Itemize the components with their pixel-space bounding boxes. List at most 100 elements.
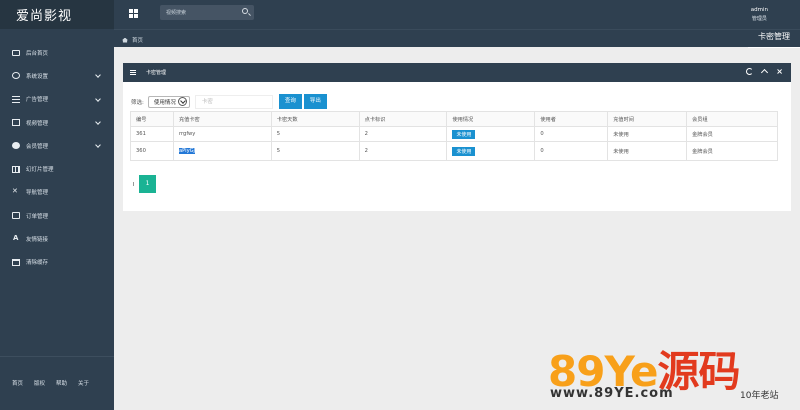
sidebar-item-nav[interactable]: 导航管理	[0, 181, 114, 204]
card-panel: 卡密管理 × 筛选: 使用情况 卡密 查询 导出 编号 充值卡密 卡密天数 点卡…	[123, 63, 791, 211]
collapse-icon[interactable]	[761, 68, 769, 77]
cell-id: 360	[130, 141, 174, 161]
list-icon	[12, 95, 20, 103]
sidebar-item-label: 会员管理	[26, 143, 49, 150]
panel-tools: ×	[746, 68, 783, 77]
tab-card-management[interactable]: 卡密管理	[748, 31, 800, 48]
breadcrumb[interactable]: 首页	[122, 36, 143, 44]
cell-days: 5	[270, 126, 360, 142]
table-row: 360 aPiyGJ 5 2 未使用 0 未使用 金牌会员	[130, 141, 778, 161]
footer-link-copyright[interactable]: 版权	[34, 379, 45, 410]
watermark-url: www.89YE.com	[550, 386, 674, 401]
sidebar-item-slides[interactable]: 幻灯片管理	[0, 157, 114, 180]
cell-card: rrgfwy	[172, 126, 272, 142]
cell-user: 0	[534, 126, 609, 142]
close-icon[interactable]: ×	[776, 68, 783, 76]
column-header: 会员组	[686, 111, 778, 127]
brand-logo[interactable]: 爱尚影视	[0, 0, 114, 29]
chevron-down-icon	[95, 95, 101, 102]
card-table: 编号 充值卡密 卡密天数 点卡标识 使用情况 使用者 充值时间 会员组 361 …	[130, 111, 778, 161]
search-placeholder: 视频搜索	[166, 10, 187, 16]
sidebar-item-label: 后台首页	[26, 50, 49, 57]
cell-flag: 2	[358, 141, 448, 161]
user-menu[interactable]: admin 管理员	[751, 7, 768, 22]
chevron-down-icon	[95, 142, 101, 149]
sidebar-item-label: 系统设置	[26, 73, 49, 80]
status-badge[interactable]: 未使用	[452, 129, 476, 139]
usage-select-value: 使用情况	[153, 99, 176, 106]
calendar-icon	[12, 258, 20, 266]
chevron-down-icon	[95, 119, 101, 125]
shuffle-icon	[12, 187, 20, 196]
column-header: 使用者	[534, 111, 609, 127]
column-header: 点卡标识	[358, 111, 448, 127]
column-header: 充值时间	[607, 111, 688, 127]
brand-title: 爱尚影视	[16, 9, 73, 24]
home-icon	[122, 37, 128, 43]
footer-link-home[interactable]: 首页	[12, 379, 23, 410]
cell-usage: 未使用	[446, 141, 536, 161]
menu-toggle-icon[interactable]	[129, 9, 138, 18]
sidebar-item-orders[interactable]: 订单管理	[0, 204, 114, 227]
breadcrumb-home[interactable]: 首页	[132, 36, 143, 44]
sidebar-item-label: 清除缓存	[26, 260, 49, 267]
cell-time: 未使用	[607, 141, 688, 161]
watermark-logo: 89Ye源码 www.89YE.com 10年老站	[546, 336, 800, 410]
search-button[interactable]: 查询	[278, 94, 302, 109]
chevron-down-icon	[95, 72, 101, 79]
column-header: 使用情况	[446, 111, 536, 127]
monitor-icon	[12, 49, 20, 56]
pagination: 1	[133, 175, 156, 193]
gear-icon	[12, 72, 20, 80]
cell-flag: 2	[358, 126, 448, 142]
sidebar-item-label: 友情链接	[26, 237, 49, 244]
sidebar-item-label: 导航管理	[26, 190, 49, 197]
sidebar-item-members[interactable]: 会员管理	[0, 134, 114, 157]
text-icon	[12, 234, 20, 243]
sidebar-item-label: 广告管理	[26, 97, 49, 104]
cell-group: 金牌会员	[686, 126, 778, 142]
keyword-input[interactable]: 卡密	[194, 94, 273, 109]
sidebar: 后台首页 系统设置 广告管理 视频管理 会员管理 幻灯片管理 导航管理 订单管理…	[0, 29, 114, 410]
refresh-icon[interactable]	[746, 68, 754, 75]
user-name: admin	[750, 7, 768, 13]
search-input[interactable]: 视频搜索	[160, 5, 254, 20]
panel-header: 卡密管理 ×	[123, 63, 791, 82]
cell-user: 0	[534, 141, 609, 161]
status-badge[interactable]: 未使用	[452, 146, 476, 156]
sidebar-item-system[interactable]: 系统设置	[0, 64, 114, 87]
search-icon[interactable]	[242, 8, 248, 14]
sidebar-item-links[interactable]: 友情链接	[0, 227, 114, 250]
chevron-down-icon	[177, 97, 187, 106]
cell-days: 5	[270, 141, 360, 161]
top-bar: 爱尚影视 视频搜索 admin 管理员	[0, 0, 800, 29]
table-icon	[12, 165, 20, 173]
page-button-current[interactable]: 1	[139, 175, 156, 193]
cell-time: 未使用	[607, 126, 688, 142]
sidebar-item-dashboard[interactable]: 后台首页	[0, 41, 114, 64]
cell-group: 金牌会员	[686, 141, 778, 161]
column-header: 卡密天数	[270, 111, 360, 127]
sidebar-item-videos[interactable]: 视频管理	[0, 111, 114, 134]
table-header-row: 编号 充值卡密 卡密天数 点卡标识 使用情况 使用者 充值时间 会员组	[130, 111, 778, 127]
breadcrumb-bar: 首页 卡密管理	[114, 29, 800, 48]
selected-text: aPiyGJ	[178, 148, 196, 154]
table-row: 361 rrgfwy 5 2 未使用 0 未使用 金牌会员	[130, 126, 778, 142]
usage-select[interactable]: 使用情况	[147, 95, 190, 108]
sidebar-item-label: 订单管理	[26, 213, 49, 220]
footer-link-about[interactable]: 关于	[78, 379, 89, 410]
footer-link-help[interactable]: 帮助	[56, 379, 67, 410]
sidebar-item-label: 视频管理	[26, 120, 49, 127]
sidebar-item-cache[interactable]: 清除缓存	[0, 251, 114, 274]
user-role: 管理员	[751, 16, 767, 22]
sidebar-footer: 首页 版权 帮助 关于	[0, 356, 114, 410]
sidebar-item-ads[interactable]: 广告管理	[0, 88, 114, 111]
filter-label: 筛选:	[131, 99, 144, 106]
pagination-divider	[133, 182, 134, 186]
user-circle-icon	[12, 142, 20, 150]
bars-icon	[130, 70, 136, 75]
cell-id: 361	[130, 126, 174, 142]
sidebar-item-label: 幻灯片管理	[26, 167, 54, 174]
export-button[interactable]: 导出	[303, 94, 327, 109]
cell-card: aPiyGJ	[172, 141, 272, 161]
